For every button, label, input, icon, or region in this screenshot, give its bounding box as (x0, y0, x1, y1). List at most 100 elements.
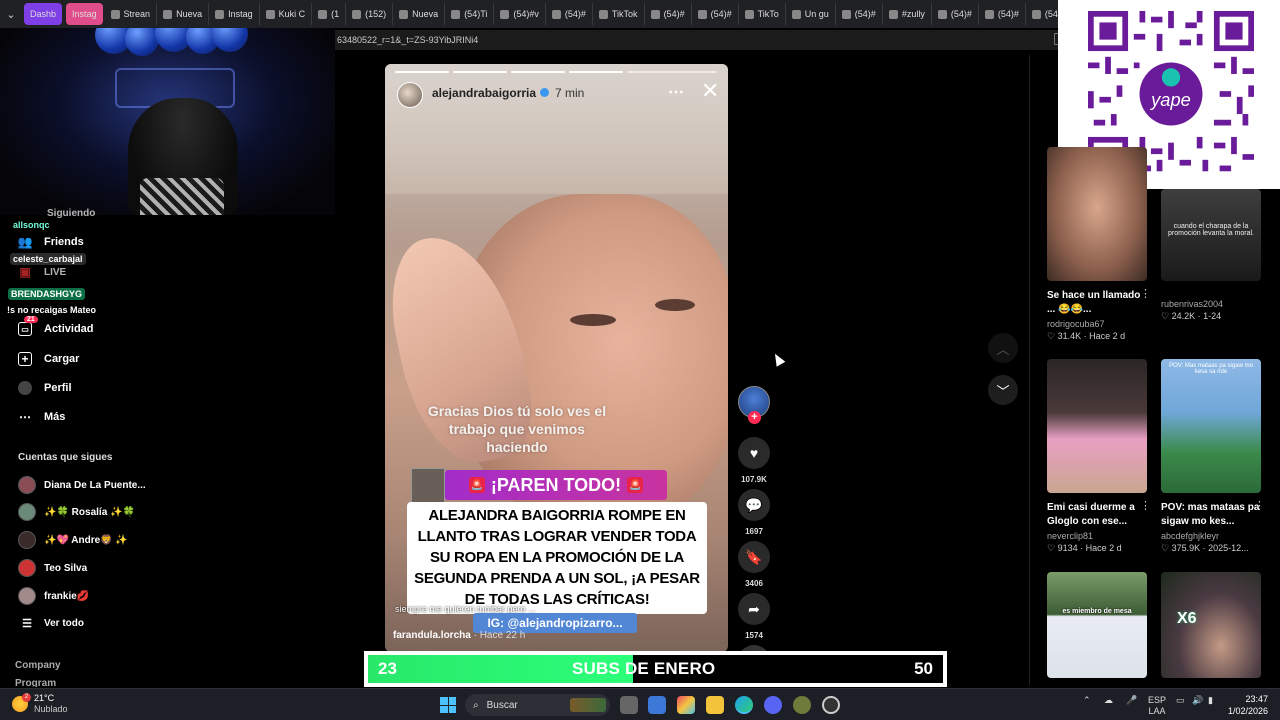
nav-live[interactable]: ▣ LIVE (18, 265, 66, 279)
video-stats: ♡ 24.2K · 1-24 (1161, 311, 1222, 321)
comment-button[interactable]: 💬 (738, 489, 770, 521)
account-item[interactable]: Teo Silva (18, 559, 87, 577)
account-item[interactable]: Diana De La Puente... (18, 476, 146, 494)
start-button[interactable] (440, 697, 456, 713)
more-options-icon[interactable]: ⋯ (668, 82, 684, 102)
account-item[interactable]: ✨🍀 Rosalía ✨🍀 (18, 503, 135, 521)
address-bar[interactable]: 63480522_r=1&_t=ZS-93YibJRINi4 (335, 30, 1065, 50)
left-sidebar: Siguiendo allsonqc 👥 Friends celeste_car… (0, 208, 335, 687)
browser-tab[interactable]: (54)# (836, 3, 883, 25)
browser-tab[interactable]: (54)# (979, 3, 1026, 25)
browser-tab[interactable]: #zully (883, 3, 932, 25)
browser-tab[interactable]: Un gu (786, 3, 836, 25)
browser-tab[interactable]: TikTo (739, 3, 786, 25)
account-item[interactable]: ✨💖 Andre🦁 ✨ (18, 531, 128, 549)
browser-tab[interactable]: Strean (105, 3, 158, 25)
related-video-card[interactable]: X6 (1161, 572, 1261, 678)
more-options-icon[interactable]: ⋮ (1140, 287, 1151, 300)
news-banner: 🚨 ¡PAREN TODO! 🚨 (445, 470, 667, 500)
system-clock[interactable]: 23:47 1/02/2026 (1216, 693, 1268, 717)
edge-icon[interactable] (735, 696, 753, 714)
browser-tab[interactable]: (54)# (645, 3, 692, 25)
tab-search-button[interactable]: ⌄ (0, 3, 22, 25)
share-button[interactable]: ➦ (738, 593, 770, 625)
microphone-icon[interactable]: 🎤 (1126, 695, 1137, 706)
nav-friends[interactable]: 👥 Friends (18, 235, 84, 249)
browser-tab[interactable]: Instag (209, 3, 260, 25)
tab-label: (54)# (663, 9, 685, 19)
browser-tab[interactable]: (54)# (546, 3, 593, 25)
siren-icon: 🚨 (468, 477, 485, 493)
browser-tab[interactable]: Nueva (157, 3, 210, 25)
tab-label: Un gu (804, 9, 829, 19)
app-icon[interactable] (793, 696, 811, 714)
browser-tab[interactable]: Kuki C (260, 3, 313, 25)
volume-icon[interactable]: 🔊 (1192, 695, 1203, 706)
battery-icon[interactable]: ▮ (1208, 695, 1213, 706)
browser-tab[interactable]: Nueva (393, 3, 446, 25)
obs-icon[interactable] (822, 696, 840, 714)
related-video-card[interactable]: POV: Mas mataas pa sigaw mo kesa sa ride… (1161, 359, 1265, 554)
nav-upload[interactable]: + Cargar (18, 352, 79, 366)
related-video-card[interactable]: cuando el charapa de la promoción levant… (1161, 189, 1261, 322)
onedrive-icon[interactable]: ☁ (1104, 695, 1113, 706)
more-options-icon[interactable]: ⋮ (1254, 499, 1265, 512)
discord-icon[interactable] (764, 696, 782, 714)
story-source[interactable]: farandula.lorcha · Hace 22 h (393, 630, 525, 641)
browser-tab[interactable]: (54)# (932, 3, 979, 25)
tab-label: (54)# (564, 9, 586, 19)
chat-user-tag: BRENDASHGYG (8, 288, 86, 300)
copilot-icon[interactable] (677, 696, 695, 714)
language-indicator[interactable]: ESP LAA (1148, 695, 1166, 717)
browser-tab[interactable]: TikTok (593, 3, 645, 25)
close-icon[interactable]: ✕ (701, 80, 719, 102)
nav-following-partial[interactable]: Siguiendo (44, 207, 98, 220)
tab-favicon-icon (841, 9, 851, 19)
task-view-icon[interactable] (620, 696, 638, 714)
tab-favicon-icon (697, 9, 707, 19)
follow-plus-icon[interactable]: + (748, 411, 761, 424)
browser-tab[interactable]: (152) (346, 3, 394, 25)
browser-tab[interactable]: Instag (66, 3, 103, 25)
video-author: rubenrivas2004 (1161, 299, 1224, 309)
network-icon[interactable]: ▭ (1176, 695, 1185, 706)
previous-video-button[interactable]: ︿ (988, 333, 1018, 363)
browser-tab[interactable]: (54)#v (494, 3, 546, 25)
chat-message: !s no recaigas Mateo (7, 305, 97, 315)
taskbar-search[interactable]: ⌕ Buscar (465, 694, 610, 716)
account-name: Diana De La Puente... (44, 479, 146, 491)
nav-profile[interactable]: Perfil (18, 381, 72, 395)
live-icon: ▣ (19, 265, 31, 279)
weather-widget[interactable]: 2 21°C Nublado (12, 693, 68, 715)
browser-tab[interactable]: Dashb (24, 3, 63, 25)
related-video-card[interactable]: Emi casi duerme a Gloglo con ese... neve… (1047, 359, 1151, 554)
story-avatar[interactable] (397, 82, 423, 108)
browser-tab[interactable]: (54)# (692, 3, 739, 25)
save-button[interactable]: 🔖 (738, 541, 770, 573)
related-video-card[interactable]: es miembro de mesa (1047, 572, 1147, 678)
upload-icon: + (18, 352, 32, 366)
related-video-card[interactable]: Se hace un llamado ... 😂😂... rodrigocuba… (1047, 147, 1151, 342)
siren-icon: 🚨 (627, 477, 644, 493)
store-icon[interactable] (648, 696, 666, 714)
like-count: 107.9K (741, 475, 767, 484)
story-progress-segment (627, 71, 717, 73)
footer-link-company[interactable]: Company (15, 660, 61, 671)
account-item[interactable]: frankie💋 (18, 587, 89, 605)
see-all-link[interactable]: ☰ Ver todo (18, 617, 84, 630)
next-video-button[interactable]: ﹀ (988, 375, 1018, 405)
tab-favicon-icon (984, 9, 994, 19)
nav-more[interactable]: ⋯ Más (18, 410, 65, 424)
like-button[interactable]: ♥ (738, 437, 770, 469)
story-viewer[interactable]: alejandrabaigorria 7 min ⋯ ✕ Gracias Dio… (385, 64, 728, 652)
browser-tab[interactable]: (1 (312, 3, 347, 25)
more-options-icon[interactable]: ⋮ (1140, 499, 1151, 512)
subs-goal-track: 23 SUBS DE ENERO 50 (368, 655, 943, 683)
story-username[interactable]: alejandrabaigorria (432, 86, 536, 100)
avatar (18, 476, 36, 494)
nav-activity[interactable]: ▭ 21 Actividad (18, 316, 94, 336)
browser-tab[interactable]: (54)Ti (445, 3, 495, 25)
footer-link-program[interactable]: Program (15, 678, 56, 687)
file-explorer-icon[interactable] (706, 696, 724, 714)
tray-overflow-icon[interactable]: ⌃ (1083, 695, 1091, 706)
